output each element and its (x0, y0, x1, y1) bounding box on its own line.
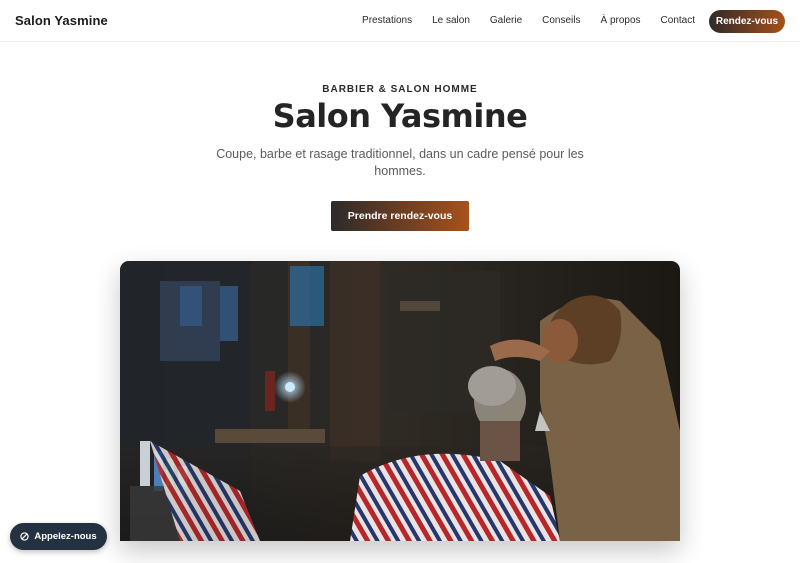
nav-item-conseils[interactable]: Conseils (542, 15, 580, 26)
hero-subtitle: Coupe, barbe et rasage traditionnel, dan… (216, 147, 584, 178)
main-nav: Prestations Le salon Galerie Conseils À … (362, 15, 695, 26)
brand-logo[interactable]: Salon Yasmine (15, 13, 108, 28)
barbershop-photo (120, 261, 680, 541)
nav-item-a-propos[interactable]: À propos (601, 15, 641, 26)
book-appointment-button[interactable]: Prendre rendez-vous (331, 201, 469, 231)
site-header: Salon Yasmine Prestations Le salon Galer… (0, 0, 800, 42)
call-us-button[interactable]: Appelez-nous (10, 523, 107, 550)
nav-item-le-salon[interactable]: Le salon (432, 15, 470, 26)
call-us-label: Appelez-nous (34, 531, 97, 542)
nav-item-galerie[interactable]: Galerie (490, 15, 522, 26)
header-rendez-vous-button[interactable]: Rendez-vous (709, 10, 785, 33)
hero-eyebrow: BARBIER & SALON HOMME (322, 84, 478, 95)
nav-item-prestations[interactable]: Prestations (362, 15, 412, 26)
hero-title: Salon Yasmine (272, 97, 528, 135)
hero-photo (120, 261, 680, 541)
nav-item-contact[interactable]: Contact (661, 15, 695, 26)
phone-icon (20, 532, 30, 541)
